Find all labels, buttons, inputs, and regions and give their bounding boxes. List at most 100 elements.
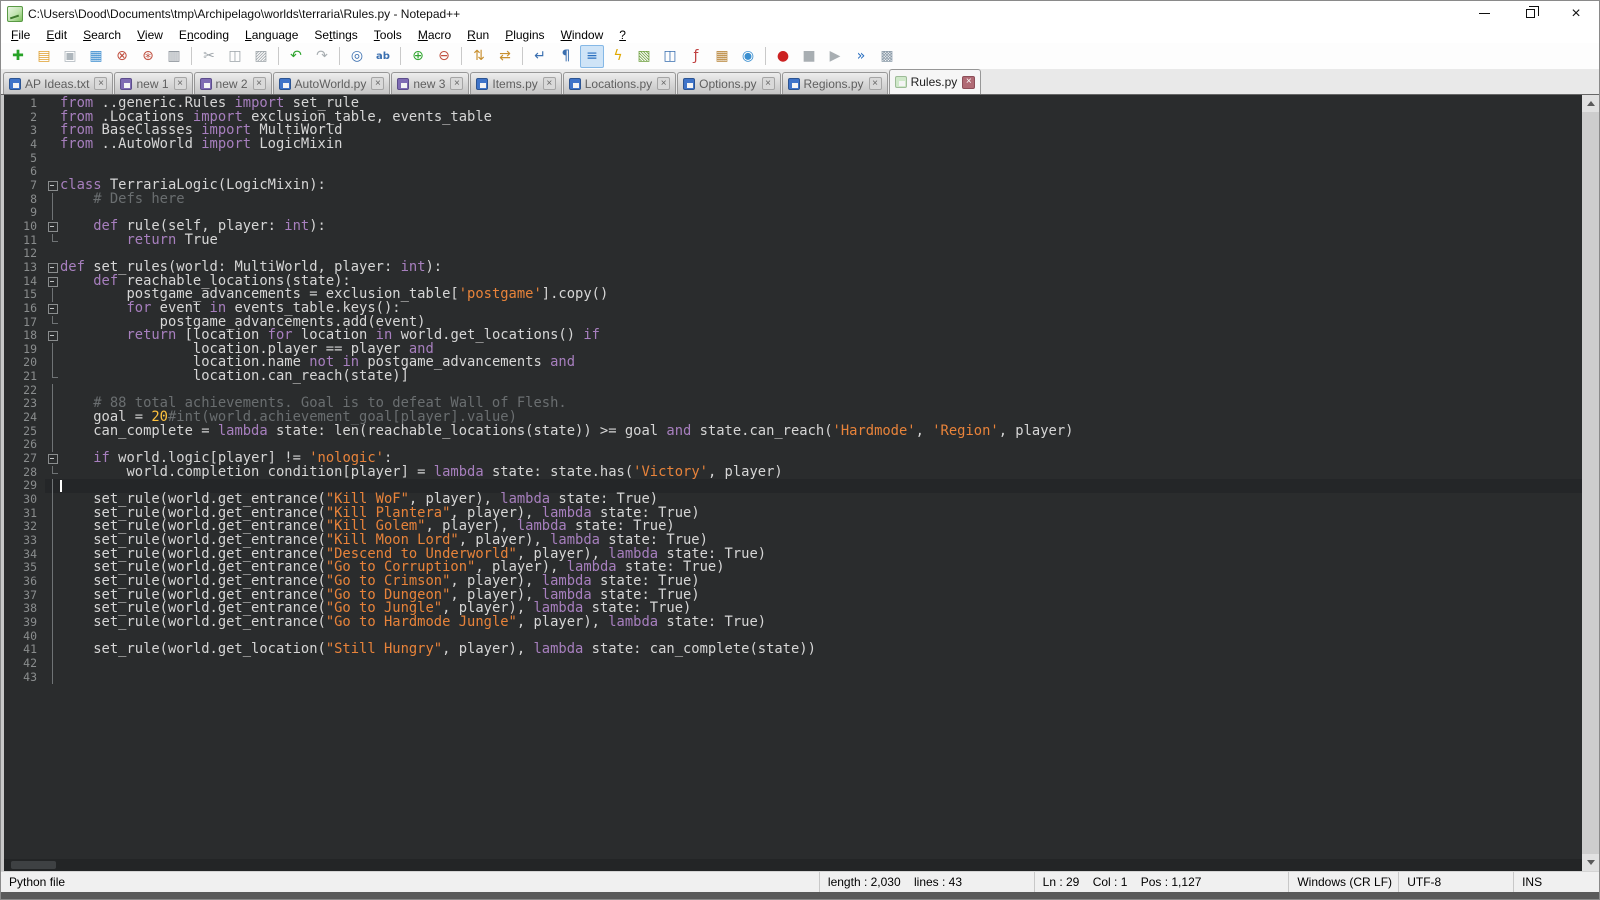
fold-collapse-icon[interactable] — [45, 329, 60, 343]
menu-item-file[interactable]: File — [3, 27, 38, 43]
line-number[interactable]: 8 — [4, 193, 45, 207]
line-number[interactable]: 29 — [4, 479, 45, 493]
line-number[interactable]: 11 — [4, 234, 45, 248]
code-line-39[interactable]: 39 set_rule(world.get_entrance("Go to Ha… — [4, 616, 1582, 630]
line-number[interactable]: 26 — [4, 438, 45, 452]
tab-close-icon[interactable]: × — [657, 77, 670, 90]
fold-collapse-icon[interactable] — [45, 452, 60, 466]
toolbar-button-macro-play[interactable]: ▶ — [823, 45, 847, 68]
menu-item-edit[interactable]: Edit — [38, 27, 75, 43]
code-line-41[interactable]: 41 set_rule(world.get_location("Still Hu… — [4, 643, 1582, 657]
menu-item-plugins[interactable]: Plugins — [497, 27, 552, 43]
toolbar-button-monitoring-eye[interactable]: ◉ — [736, 45, 760, 68]
toolbar-button-redo[interactable]: ↷ — [310, 45, 334, 68]
line-number[interactable]: 2 — [4, 111, 45, 125]
vertical-scroll-thumb[interactable] — [1582, 112, 1599, 854]
menu-item-macro[interactable]: Macro — [410, 27, 459, 43]
code-text[interactable] — [60, 657, 1582, 671]
line-number[interactable]: 27 — [4, 452, 45, 466]
line-number[interactable]: 41 — [4, 643, 45, 657]
menu-item-settings[interactable]: Settings — [306, 27, 365, 43]
tab-rules-py[interactable]: Rules.py× — [889, 69, 982, 94]
menu-item-language[interactable]: Language — [237, 27, 306, 43]
line-number[interactable]: 39 — [4, 616, 45, 630]
toolbar-button-macro-stop[interactable]: ■ — [797, 45, 821, 68]
line-number[interactable]: 24 — [4, 411, 45, 425]
code-editor[interactable]: 1from ..generic.Rules import set_rule2fr… — [1, 95, 1599, 871]
line-number[interactable]: 1 — [4, 97, 45, 111]
tab-regions-py[interactable]: Regions.py× — [782, 72, 888, 94]
code-text[interactable]: world.completion_condition[player] = lam… — [60, 466, 1582, 480]
code-line-11[interactable]: 11 return True — [4, 234, 1582, 248]
line-number[interactable]: 21 — [4, 370, 45, 384]
line-number[interactable]: 15 — [4, 288, 45, 302]
fold-collapse-icon[interactable] — [45, 220, 60, 234]
close-button[interactable]: × — [1553, 1, 1599, 26]
code-text[interactable]: can_complete = lambda state: len(reachab… — [60, 425, 1582, 439]
tab-items-py[interactable]: Items.py× — [470, 72, 561, 94]
toolbar-button-save-all[interactable]: ▦ — [84, 45, 108, 68]
line-number[interactable]: 32 — [4, 520, 45, 534]
menu-item-search[interactable]: Search — [75, 27, 129, 43]
line-number[interactable]: 19 — [4, 343, 45, 357]
tab-ap-ideas-txt[interactable]: AP Ideas.txt× — [3, 72, 113, 94]
horizontal-scroll-thumb[interactable] — [11, 861, 56, 869]
toolbar-button-open-folder[interactable]: ▤ — [32, 45, 56, 68]
line-number[interactable]: 40 — [4, 630, 45, 644]
tab-locations-py[interactable]: Locations.py× — [563, 72, 676, 94]
line-number[interactable]: 20 — [4, 356, 45, 370]
tab-close-icon[interactable]: × — [543, 77, 556, 90]
toolbar-button-folder-as-workspace[interactable]: ▦ — [710, 45, 734, 68]
toolbar-button-save[interactable]: ▣ — [58, 45, 82, 68]
toolbar-button-zoom-out[interactable]: ⊖ — [432, 45, 456, 68]
line-number[interactable]: 17 — [4, 316, 45, 330]
vertical-scrollbar[interactable] — [1582, 95, 1599, 871]
code-text[interactable]: class TerrariaLogic(LogicMixin): — [60, 179, 1582, 193]
code-text[interactable]: def rule(self, player: int): — [60, 220, 1582, 234]
code-text[interactable]: # Defs here — [60, 193, 1582, 207]
toolbar-button-show-indent-guide[interactable]: ≡ — [580, 45, 604, 68]
toolbar-button-paste[interactable]: ▨ — [249, 45, 273, 68]
line-number[interactable]: 13 — [4, 261, 45, 275]
toolbar-button-document-map[interactable]: ▧ — [632, 45, 656, 68]
code-line-25[interactable]: 25 can_complete = lambda state: len(reac… — [4, 425, 1582, 439]
line-number[interactable]: 28 — [4, 466, 45, 480]
line-number[interactable]: 16 — [4, 302, 45, 316]
toolbar-button-find[interactable]: ◎ — [345, 45, 369, 68]
line-number[interactable]: 18 — [4, 329, 45, 343]
code-line-7[interactable]: 7class TerrariaLogic(LogicMixin): — [4, 179, 1582, 193]
code-line-4[interactable]: 4from ..AutoWorld import LogicMixin — [4, 138, 1582, 152]
code-text[interactable]: return True — [60, 234, 1582, 248]
menu-item-tools[interactable]: Tools — [366, 27, 410, 43]
tab-close-icon[interactable]: × — [962, 76, 975, 89]
tab-close-icon[interactable]: × — [253, 77, 266, 90]
line-number[interactable]: 31 — [4, 507, 45, 521]
toolbar-button-macro-record[interactable]: ● — [771, 45, 795, 68]
code-line-21[interactable]: 21 location.can_reach(state)] — [4, 370, 1582, 384]
toolbar-button-sync-horizontal[interactable]: ⇄ — [493, 45, 517, 68]
code-line-10[interactable]: 10 def rule(self, player: int): — [4, 220, 1582, 234]
menu-item-view[interactable]: View — [129, 27, 171, 43]
fold-collapse-icon[interactable] — [45, 179, 60, 193]
fold-collapse-icon[interactable] — [45, 302, 60, 316]
toolbar-button-function-list[interactable]: ƒ — [684, 45, 708, 68]
toolbar-button-replace[interactable]: ab — [371, 45, 395, 68]
line-number[interactable]: 23 — [4, 397, 45, 411]
code-line-42[interactable]: 42 — [4, 657, 1582, 671]
code-line-8[interactable]: 8 # Defs here — [4, 193, 1582, 207]
tab-close-icon[interactable]: × — [762, 77, 775, 90]
toolbar-button-new-file[interactable]: ✚ — [6, 45, 30, 68]
code-text[interactable]: from ..AutoWorld import LogicMixin — [60, 138, 1582, 152]
toolbar-button-macro-save[interactable]: ▩ — [875, 45, 899, 68]
line-number[interactable]: 10 — [4, 220, 45, 234]
tab-autoworld-py[interactable]: AutoWorld.py× — [273, 72, 391, 94]
status-encoding[interactable]: UTF-8 — [1399, 872, 1514, 892]
line-number[interactable]: 12 — [4, 247, 45, 261]
fold-collapse-icon[interactable] — [45, 261, 60, 275]
fold-collapse-icon[interactable] — [45, 275, 60, 289]
line-number[interactable]: 6 — [4, 165, 45, 179]
tab-options-py[interactable]: Options.py× — [677, 72, 780, 94]
code-text[interactable]: location.can_reach(state)] — [60, 370, 1582, 384]
toolbar-button-print[interactable]: ▥ — [162, 45, 186, 68]
line-number[interactable]: 34 — [4, 548, 45, 562]
